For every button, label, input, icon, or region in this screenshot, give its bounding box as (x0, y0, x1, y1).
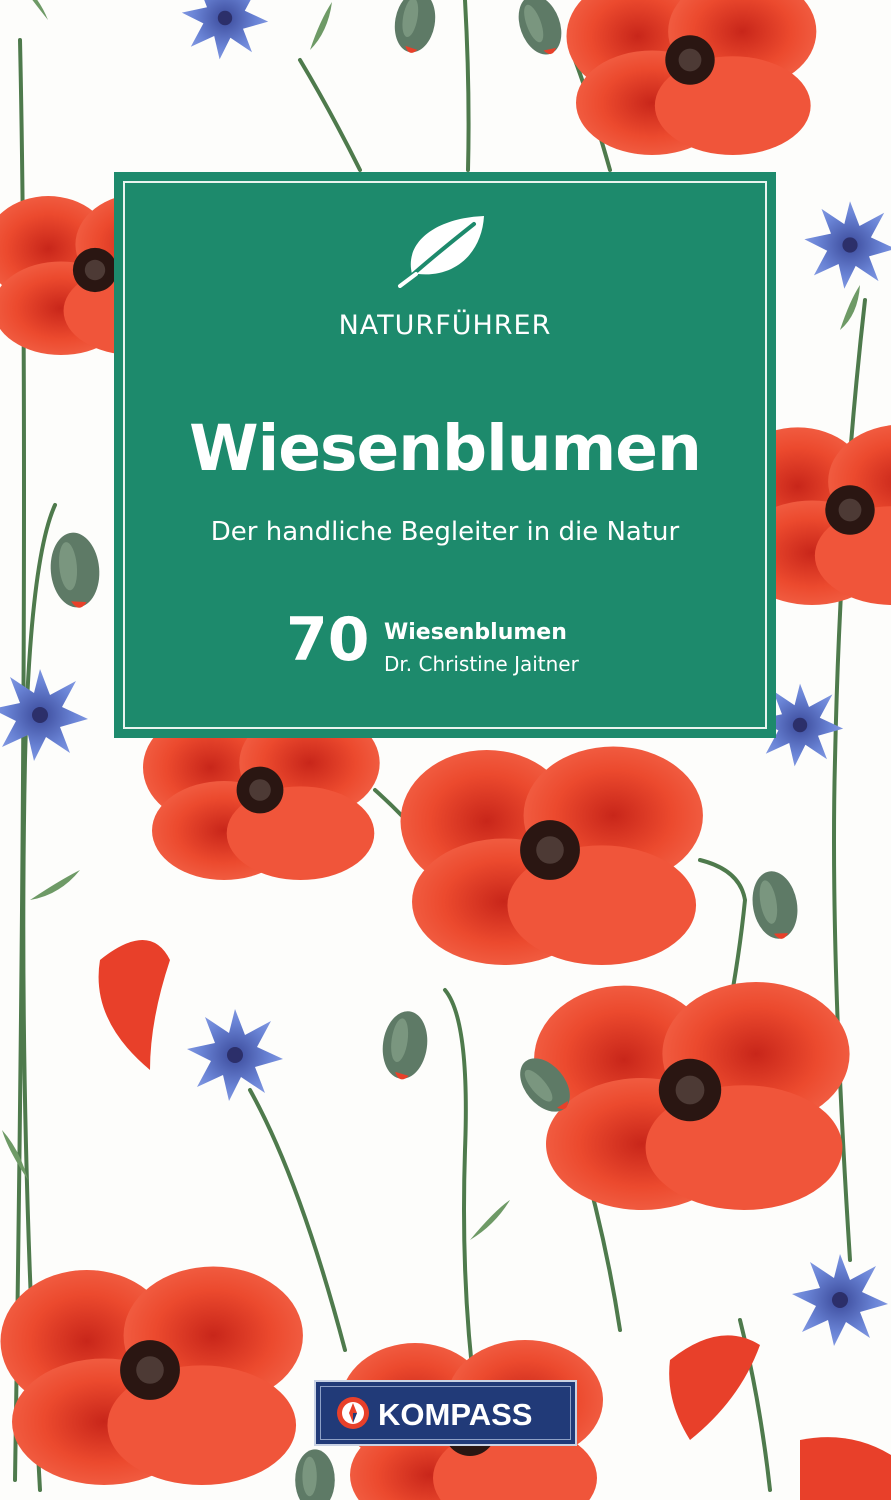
publisher-badge: KOMPASS (314, 1380, 577, 1446)
flower-count: 70 (286, 605, 370, 675)
book-cover: NATURFÜHRER Wiesenblumen Der handliche B… (0, 0, 891, 1500)
series-label: NATURFÜHRER (338, 310, 552, 341)
publisher-name: KOMPASS (378, 1397, 533, 1432)
flower-count-label: Wiesenblumen (384, 620, 567, 645)
book-title: Wiesenblumen (189, 412, 702, 485)
leaf-icon (398, 216, 484, 288)
compass-icon (337, 1397, 369, 1429)
book-subtitle: Der handliche Begleiter in die Natur (210, 517, 680, 547)
author-name: Dr. Christine Jaitner (384, 652, 579, 676)
title-panel: NATURFÜHRER Wiesenblumen Der handliche B… (114, 172, 776, 738)
